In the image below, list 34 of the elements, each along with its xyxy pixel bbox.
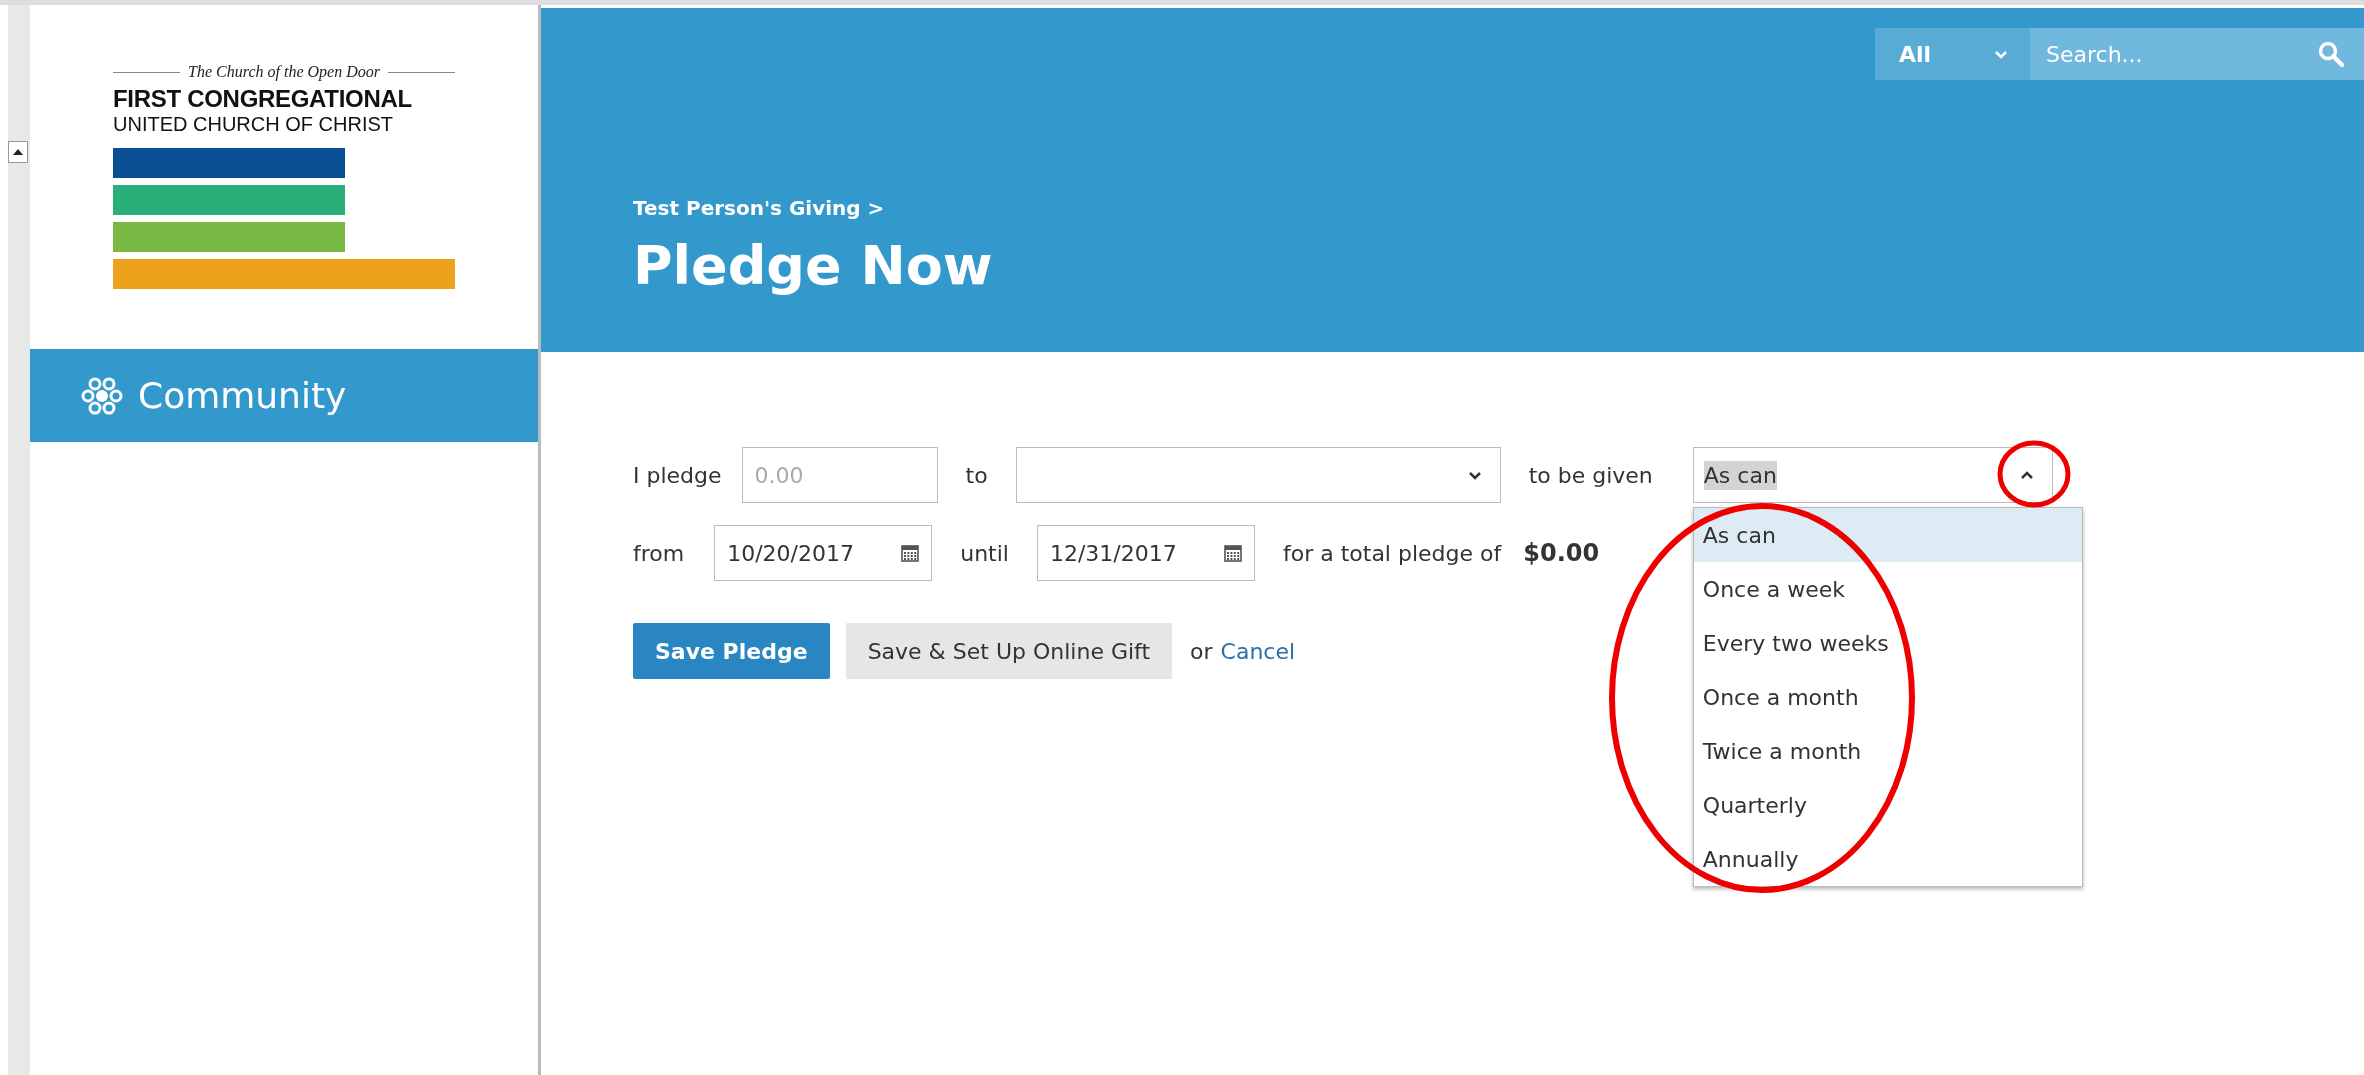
chevron-down-icon (1994, 49, 2008, 59)
frequency-dropdown[interactable]: As can (1692, 447, 2053, 503)
total-label: for a total pledge of (1282, 540, 1502, 566)
online-gift-button[interactable]: Save & Set Up Online Gift (845, 623, 1173, 679)
dropdown-option[interactable]: Every two weeks (1693, 616, 2082, 670)
from-label: from (633, 540, 685, 566)
or-text: or (1190, 638, 1213, 664)
dropdown-option[interactable]: Twice a month (1693, 724, 2082, 778)
page-title: Pledge Now (633, 234, 994, 297)
scroll-up-button[interactable] (8, 141, 28, 163)
calendar-icon[interactable] (901, 544, 920, 562)
dropdown-option[interactable]: Quarterly (1693, 778, 2082, 832)
total-amount: $0.00 (1523, 539, 1600, 567)
frequency-label: to be given (1528, 462, 1653, 488)
chevron-down-icon (1467, 470, 1482, 480)
cancel-link[interactable]: Cancel (1220, 638, 1296, 664)
pledge-label: I pledge (633, 462, 722, 488)
start-date-field[interactable]: 10/20/2017 (714, 525, 933, 581)
dropdown-option[interactable]: Once a week (1693, 562, 2082, 616)
chevron-up-icon (2019, 470, 2034, 480)
logo-tagline: The Church of the Open Door (188, 63, 380, 81)
logo-subtitle: UNITED CHURCH OF CHRIST (113, 113, 394, 136)
dropdown-option[interactable]: Annually (1693, 832, 2082, 886)
until-label: until (960, 540, 1009, 566)
dropdown-option[interactable]: Once a month (1693, 670, 2082, 724)
logo-name: FIRST CONGREGATIONAL (113, 85, 413, 113)
amount-field[interactable]: 0.00 (741, 447, 938, 503)
end-date-field[interactable]: 12/31/2017 (1036, 525, 1255, 581)
save-pledge-button[interactable]: Save Pledge (633, 623, 830, 679)
calendar-icon[interactable] (1223, 544, 1242, 562)
dropdown-option[interactable]: As can (1693, 508, 2082, 562)
to-label: to (965, 462, 988, 488)
search-field[interactable]: Search... (2030, 28, 2364, 80)
up-arrow-icon (13, 149, 23, 155)
